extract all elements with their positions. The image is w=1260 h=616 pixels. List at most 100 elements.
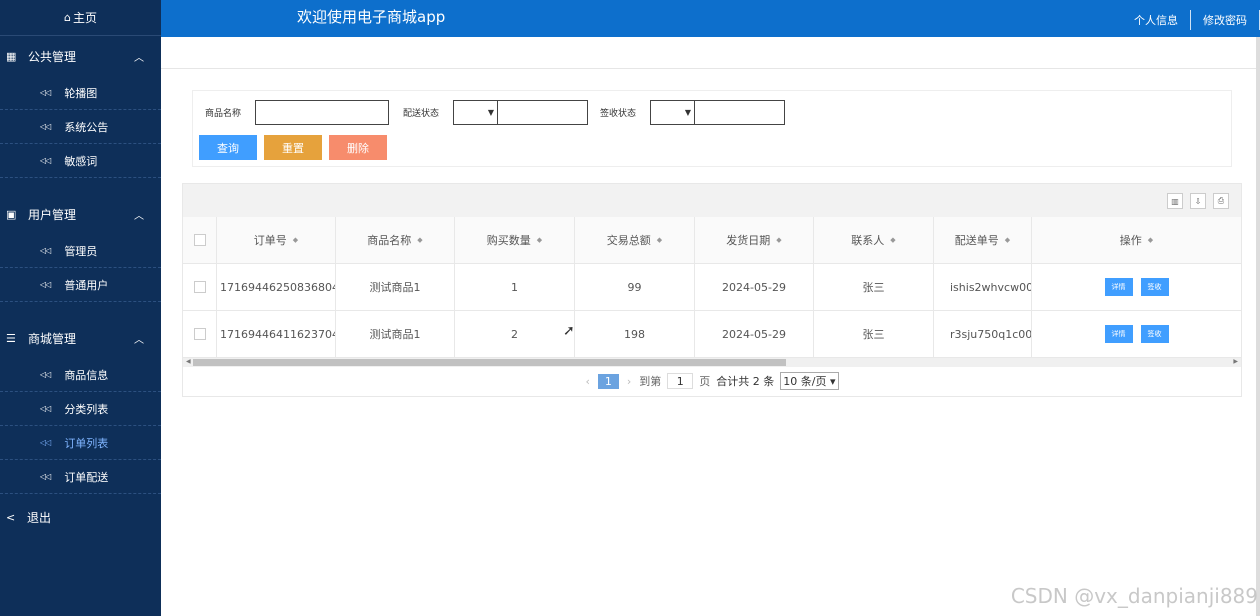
double-left-arrow-icon: ◁◁ — [40, 404, 51, 413]
quantity: 2 — [455, 311, 575, 357]
next-page-icon[interactable]: › — [627, 375, 631, 388]
current-page[interactable]: 1 — [597, 373, 619, 389]
sort-icon: ◆ — [1004, 236, 1011, 244]
sidebar-item-users[interactable]: ◁◁ 普通用户 — [0, 268, 161, 302]
product-name: 测试商品1 — [336, 264, 455, 310]
row-checkbox[interactable] — [183, 264, 217, 310]
delivery-status-select[interactable]: ▼ — [453, 100, 498, 125]
sign-button[interactable]: 签收 — [1140, 278, 1169, 296]
pagination: ‹ 1 › 到第 1 页 合计共 2 条 10 条/页 ▾ — [183, 367, 1241, 395]
order-table: ▥ ⇩ ⎙ 订单号 ◆ 商品名称 ◆ 购买数量 ◆ 交易总额 ◆ 发货日期 ◆ 联系人 ◆ … — [182, 183, 1242, 397]
sidebar-item-delivery[interactable]: ◁◁ 订单配送 — [0, 460, 161, 494]
order-no: 1716944625083680444 — [217, 264, 336, 310]
page-size-select[interactable]: 10 条/页 ▾ — [780, 372, 839, 390]
sign-status-label: 签收状态 — [600, 109, 637, 119]
query-button[interactable]: 查询 — [199, 135, 257, 160]
double-left-arrow-icon: ◁◁ — [40, 122, 51, 131]
sidebar-item-announcement[interactable]: ◁◁ 系统公告 — [0, 110, 161, 144]
sign-button[interactable]: 签收 — [1140, 325, 1169, 343]
sidebar-item-products[interactable]: ◁◁ 商品信息 — [0, 358, 161, 392]
ship-date: 2024-05-29 — [695, 264, 814, 310]
goto-label: 到第 — [639, 375, 662, 388]
contact: 张三 — [814, 264, 934, 310]
table-row: 1716944641162370432 测试商品1 2 198 2024-05-… — [183, 311, 1241, 358]
reset-button[interactable]: 重置 — [264, 135, 322, 160]
total-count: 合计共 2 条 — [716, 375, 775, 388]
sign-status-input[interactable] — [694, 100, 786, 125]
profile-link[interactable]: 个人信息 — [1122, 12, 1190, 28]
col-tracking[interactable]: 配送单号 ◆ — [934, 217, 1032, 263]
goto-page-input[interactable]: 1 — [667, 373, 694, 389]
sidebar-item-label: 轮播图 — [64, 86, 98, 100]
product-name: 测试商品1 — [336, 311, 455, 357]
print-icon[interactable]: ⎙ — [1213, 193, 1229, 209]
sidebar-item-carousel[interactable]: ◁◁ 轮播图 — [0, 76, 161, 110]
tracking-no: ishis2whvcw00000 — [934, 264, 1032, 310]
export-icon[interactable]: ⇩ — [1190, 193, 1206, 209]
group-public-management[interactable]: ▦ 公共管理 ︿ — [0, 36, 161, 76]
prev-page-icon[interactable]: ‹ — [585, 375, 589, 388]
double-left-arrow-icon: ◁◁ — [40, 370, 51, 379]
columns-icon[interactable]: ▥ — [1167, 193, 1183, 209]
sort-icon: ◆ — [417, 236, 423, 244]
total: 99 — [575, 264, 695, 310]
table-row: 1716944625083680444 测试商品1 1 99 2024-05-2… — [183, 264, 1241, 311]
col-contact[interactable]: 联系人 ◆ — [814, 217, 934, 263]
sort-icon: ◆ — [1147, 236, 1154, 244]
scrollbar-thumb[interactable] — [193, 359, 786, 366]
sort-icon: ◆ — [776, 236, 782, 244]
contact: 张三 — [814, 311, 934, 357]
logout-label: 退出 — [27, 510, 52, 525]
sidebar-item-label: 订单列表 — [64, 436, 109, 450]
search-panel: 商品名称 配送状态 ▼ 签收状态 ▼ 查询 重置 删除 — [192, 90, 1232, 167]
sidebar: ⌂ 主页 ▦ 公共管理 ︿ ◁◁ 轮播图 ◁◁ 系统公告 ◁◁ 敏感词 ▣ 用户管理 … — [0, 0, 161, 616]
scroll-right-icon[interactable]: ▶ — [1233, 358, 1238, 365]
chevron-down-icon: ▼ — [487, 108, 495, 117]
double-left-arrow-icon: ◁◁ — [40, 246, 51, 255]
divider — [1190, 10, 1191, 30]
sidebar-item-label: 订单配送 — [64, 470, 109, 484]
row-actions: 详情 签收 — [1032, 311, 1241, 357]
double-left-arrow-icon: ◁◁ — [40, 472, 51, 481]
table-toolbar: ▥ ⇩ ⎙ — [183, 184, 1241, 217]
sidebar-item-label: 普通用户 — [64, 278, 109, 292]
row-checkbox[interactable] — [183, 311, 217, 357]
home-label: 主页 — [72, 11, 97, 25]
change-password-link[interactable]: 修改密码 — [1191, 12, 1259, 28]
sidebar-item-label: 敏感词 — [64, 154, 98, 168]
chevron-down-icon: ▼ — [684, 108, 692, 117]
scroll-left-icon[interactable]: ◀ — [186, 358, 191, 365]
select-all-checkbox[interactable] — [183, 217, 217, 263]
delivery-status-input[interactable] — [497, 100, 589, 125]
logout-link[interactable]: < 退出 — [0, 502, 161, 532]
home-link[interactable]: ⌂ 主页 — [0, 0, 161, 36]
col-total[interactable]: 交易总额 ◆ — [575, 217, 695, 263]
col-quantity[interactable]: 购买数量 ◆ — [455, 217, 575, 263]
sign-status-select[interactable]: ▼ — [650, 100, 695, 125]
col-order-no[interactable]: 订单号 ◆ — [217, 217, 336, 263]
detail-button[interactable]: 详情 — [1104, 278, 1133, 296]
col-actions[interactable]: 操作 ◆ — [1032, 217, 1241, 263]
delivery-status-label: 配送状态 — [403, 109, 440, 119]
col-ship-date[interactable]: 发货日期 ◆ — [695, 217, 814, 263]
group-user-management[interactable]: ▣ 用户管理 ︿ — [0, 194, 161, 234]
app-title: 欢迎使用电子商城app — [297, 8, 446, 26]
delete-button[interactable]: 删除 — [329, 135, 387, 160]
sidebar-item-orders[interactable]: ◁◁ 订单列表 — [0, 426, 161, 460]
home-icon: ⌂ — [64, 11, 71, 24]
sidebar-item-sensitive-words[interactable]: ◁◁ 敏感词 — [0, 144, 161, 178]
sidebar-item-admin[interactable]: ◁◁ 管理员 — [0, 234, 161, 268]
detail-button[interactable]: 详情 — [1104, 325, 1133, 343]
product-name-input[interactable] — [255, 100, 390, 125]
group-label: 商城管理 — [28, 331, 77, 346]
sort-icon: ◆ — [656, 236, 663, 244]
watermark: CSDN @vx_danpianji889 — [1010, 584, 1258, 608]
sidebar-item-categories[interactable]: ◁◁ 分类列表 — [0, 392, 161, 426]
product-name-label: 商品名称 — [205, 109, 242, 119]
col-product-name[interactable]: 商品名称 ◆ — [336, 217, 455, 263]
sort-icon: ◆ — [292, 236, 299, 244]
horizontal-scrollbar[interactable]: ◀ ▶ — [183, 358, 1241, 367]
group-mall-management[interactable]: ☰ 商城管理 ︿ — [0, 318, 161, 358]
chevron-up-icon: ︿ — [134, 210, 144, 222]
vertical-scrollbar[interactable] — [1256, 37, 1260, 616]
